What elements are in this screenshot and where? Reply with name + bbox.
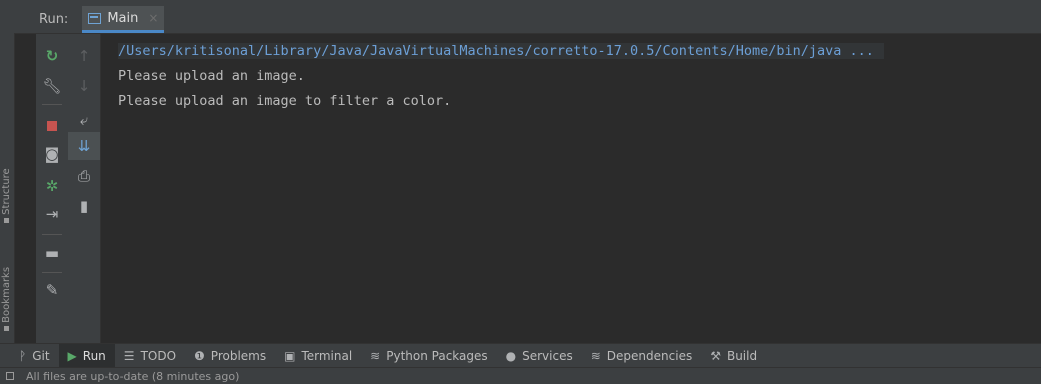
structure-icon bbox=[4, 218, 10, 223]
separator bbox=[42, 234, 62, 235]
console-line-command[interactable]: /Users/kritisonal/Library/Java/JavaVirtu… bbox=[118, 43, 884, 59]
close-icon[interactable]: × bbox=[148, 11, 158, 25]
tab-dependencies[interactable]: ≋ Dependencies bbox=[582, 344, 701, 368]
tab-main-label: Main bbox=[107, 10, 139, 26]
tab-services[interactable]: ● Services bbox=[497, 344, 582, 368]
tab-python-packages[interactable]: ≋ Python Packages bbox=[361, 344, 496, 368]
tab-label: Terminal bbox=[301, 349, 353, 363]
separator bbox=[42, 272, 62, 273]
run-label: Run: bbox=[39, 12, 69, 27]
console-output[interactable]: /Users/kritisonal/Library/Java/JavaVirtu… bbox=[101, 34, 1041, 334]
console-line: Please upload an image to filter a color… bbox=[118, 93, 452, 109]
tab-terminal[interactable]: ▣ Terminal bbox=[275, 344, 361, 368]
run-icon: ▶ bbox=[67, 349, 77, 363]
tab-label: Services bbox=[522, 349, 573, 363]
status-text: All files are up-to-date (8 minutes ago) bbox=[26, 369, 240, 383]
services-icon: ● bbox=[505, 349, 517, 363]
debug-bug-icon[interactable]: ✲ bbox=[36, 172, 68, 200]
soft-wrap-icon[interactable]: ⤶ bbox=[68, 106, 100, 134]
tab-label: Problems bbox=[210, 349, 267, 363]
bookmark-icon bbox=[4, 326, 10, 331]
dependencies-icon: ≋ bbox=[590, 349, 601, 363]
left-tool-stripe: Structure Bookmarks bbox=[0, 6, 15, 369]
structure-label: Structure bbox=[1, 168, 12, 215]
tab-problems[interactable]: ❶ Problems bbox=[185, 344, 275, 368]
arrow-down-icon[interactable]: ↓ bbox=[68, 72, 100, 100]
tool-windows-toggle-icon[interactable] bbox=[6, 372, 14, 380]
console-line: Please upload an image. bbox=[118, 68, 305, 84]
trash-icon[interactable]: ▮ bbox=[68, 192, 100, 220]
bottom-tool-window-bar: ᚹ Git ▶ Run ☰ TODO ❶ Problems ▣ Terminal ≋ Pyt… bbox=[0, 343, 1041, 368]
rerun-icon[interactable]: ↻ bbox=[36, 42, 68, 70]
run-tool-window-header: Run: Main × bbox=[14, 6, 1041, 34]
tab-git[interactable]: ᚹ Git bbox=[10, 344, 59, 368]
print-icon[interactable]: ⎙ bbox=[68, 162, 100, 190]
bookmarks-tool-button[interactable]: Bookmarks bbox=[1, 244, 13, 334]
structure-tool-button[interactable]: Structure bbox=[1, 146, 13, 226]
python-packages-icon: ≋ bbox=[370, 349, 381, 363]
stop-icon[interactable] bbox=[36, 112, 68, 140]
run-toolbar-primary: ↻ 🔧︎ ◙ ✲ ⇥ ▬ ✎ bbox=[36, 34, 68, 369]
git-branch-icon: ᚹ bbox=[19, 349, 27, 363]
tab-build[interactable]: ⚒ Build bbox=[701, 344, 766, 368]
tab-label: Python Packages bbox=[386, 349, 488, 363]
tab-label: TODO bbox=[140, 349, 177, 363]
tab-main[interactable]: Main × bbox=[82, 6, 165, 33]
run-toolbar-secondary: ↑ ↓ ⤶ ⇊ ⎙ ▮ bbox=[68, 34, 101, 369]
hammer-icon: ⚒ bbox=[710, 349, 721, 363]
pin-icon[interactable]: ✎ bbox=[36, 276, 68, 304]
tab-label: Git bbox=[32, 349, 50, 363]
tab-label: Dependencies bbox=[606, 349, 693, 363]
bookmarks-label: Bookmarks bbox=[1, 266, 12, 323]
tab-run[interactable]: ▶ Run bbox=[58, 344, 115, 368]
tab-label: Run bbox=[82, 349, 106, 363]
camera-icon[interactable]: ◙ bbox=[36, 140, 68, 168]
exit-icon[interactable]: ⇥ bbox=[36, 200, 68, 228]
terminal-icon: ▣ bbox=[284, 349, 296, 363]
status-bar: All files are up-to-date (8 minutes ago) bbox=[0, 367, 1041, 384]
layout-icon[interactable]: ▬ bbox=[36, 239, 68, 267]
application-icon bbox=[88, 12, 102, 24]
scroll-to-end-icon[interactable]: ⇊ bbox=[68, 132, 100, 160]
tab-todo[interactable]: ☰ TODO bbox=[115, 344, 185, 368]
tab-label: Build bbox=[726, 349, 758, 363]
problems-icon: ❶ bbox=[194, 349, 205, 363]
separator bbox=[42, 104, 62, 105]
wrench-icon[interactable]: 🔧︎ bbox=[36, 72, 68, 100]
list-icon: ☰ bbox=[123, 349, 135, 363]
arrow-up-icon[interactable]: ↑ bbox=[68, 42, 100, 70]
